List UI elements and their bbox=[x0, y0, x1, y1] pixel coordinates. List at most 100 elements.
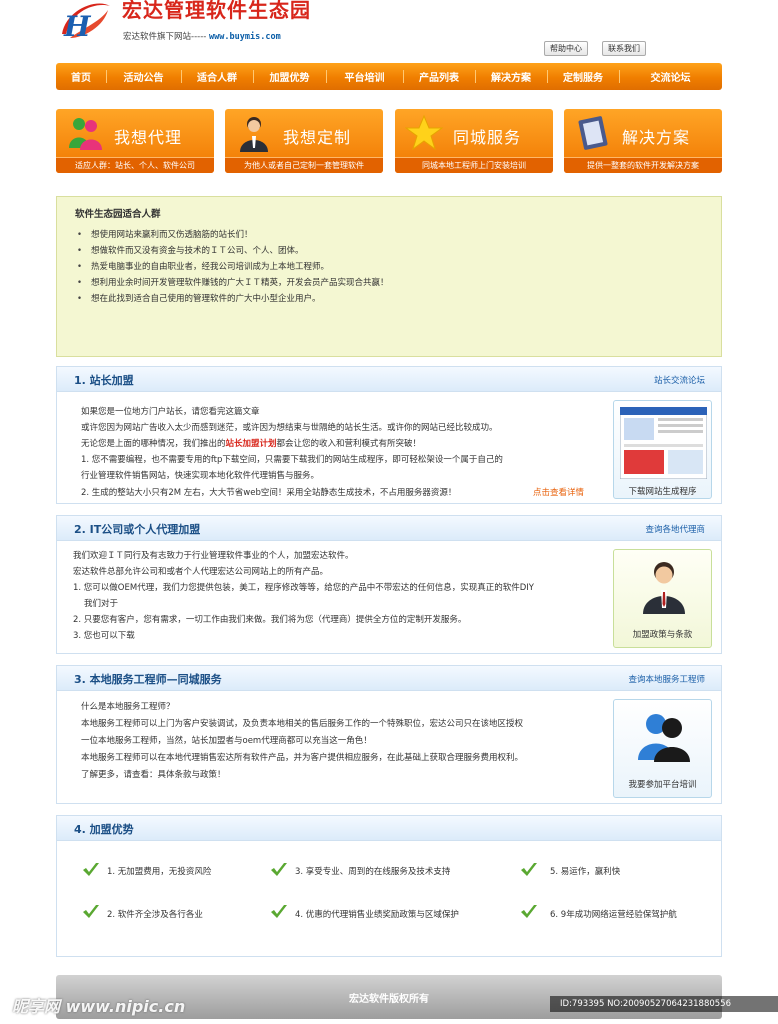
svg-text:H: H bbox=[63, 10, 92, 42]
site-url[interactable]: www.buymis.com bbox=[209, 32, 281, 42]
advantage-item: 1. 无加盟费用，无投资风险 bbox=[107, 867, 212, 877]
section-local-engineer: 3. 本地服务工程师—同城服务 查询本地服务工程师 什么是本地服务工程师？ 本地… bbox=[56, 665, 722, 804]
webmaster-forum-link[interactable]: 站长交流论坛 bbox=[654, 374, 705, 386]
body-text: 我们欢迎ＩＴ同行及有志致力于行业管理软件事业的个人，加盟宏达软件。 bbox=[73, 551, 354, 561]
nav-item-advantages[interactable]: 加盟优势 bbox=[253, 63, 326, 90]
body-text: 我们对于 bbox=[84, 599, 119, 609]
feature-title: 我想代理 bbox=[114, 128, 183, 147]
nav-item-home[interactable]: 首页 bbox=[56, 63, 106, 90]
people-icon bbox=[69, 118, 102, 150]
section-title: 3. 本地服务工程师—同城服务 bbox=[74, 673, 222, 686]
checkmark-icon bbox=[271, 905, 287, 918]
feature-agent-button[interactable]: 我想代理 适应人群：站长、个人、软件公司 bbox=[56, 109, 214, 173]
subtitle-prefix: 宏达软件旗下网站----- bbox=[123, 32, 207, 42]
notebook-icon bbox=[578, 116, 608, 150]
audience-panel: 软件生态园适合人群 想使用网站来赢利而又伤透脑筋的站长们！ 想做软件而又没有资金… bbox=[56, 196, 722, 357]
checkmark-icon bbox=[271, 863, 287, 876]
header: H 宏达管理软件生态园 宏达软件旗下网站----- www.buymis.com… bbox=[0, 0, 778, 60]
feature-custom-button[interactable]: 我想定制 为他人或者自己定制一套管理软件 bbox=[225, 109, 383, 173]
feature-subtitle: 适应人群：站长、个人、软件公司 bbox=[56, 157, 214, 173]
checkmark-icon bbox=[521, 863, 537, 876]
feature-subtitle: 为他人或者自己定制一套管理软件 bbox=[225, 157, 383, 173]
users-group-icon bbox=[638, 714, 690, 762]
feature-solutions-button[interactable]: 解决方案 提供一整套的软件开发解决方案 bbox=[564, 109, 722, 173]
nav-item-audience[interactable]: 适合人群 bbox=[181, 63, 253, 90]
body-text: 无论您是上面的哪种情况，我们推出的站长加盟计划都会让您的收入和营利模式有所突破！ bbox=[81, 437, 421, 449]
section-title: 1. 站长加盟 bbox=[74, 374, 134, 387]
body-text: 2. 生成的整站大小只有2M 左右，大大节省web空间！采用全站静态生成技术，不… bbox=[81, 488, 457, 498]
checkmark-icon bbox=[83, 905, 99, 918]
advantage-item: 6. 9年成功网络运营经验保驾护航 bbox=[550, 910, 677, 920]
list-item: 想使用网站来赢利而又伤透脑筋的站长们！ bbox=[77, 227, 389, 243]
body-text: 本地服务工程师可以在本地代理销售宏达所有软件产品，并为客户提供相应服务，在此基础… bbox=[81, 753, 524, 763]
view-details-link[interactable]: 点击查看详情 bbox=[533, 486, 584, 498]
list-item: 想在此找到适合自己使用的管理软件的广大中小型企业用户。 bbox=[77, 291, 389, 307]
platform-training-card[interactable]: 我要参加平台培训 bbox=[613, 699, 712, 798]
main-nav: 首页 活动公告 适合人群 加盟优势 平台培训 产品列表 解决方案 定制服务 交流… bbox=[56, 63, 722, 90]
section-title: 4. 加盟优势 bbox=[74, 823, 134, 836]
list-item: 热爱电脑事业的自由职业者，经我公司培训成为上本地工程师。 bbox=[77, 259, 389, 275]
section-header: 1. 站长加盟 站长交流论坛 bbox=[57, 367, 721, 392]
site-subtitle: 宏达软件旗下网站----- www.buymis.com bbox=[123, 30, 281, 42]
body-text: 宏达软件总部允许公司和或者个人代理宏达公司网站上的所有产品。 bbox=[73, 567, 329, 577]
feature-subtitle: 同城本地工程师上门安装培训 bbox=[395, 157, 553, 173]
audience-list: 想使用网站来赢利而又伤透脑筋的站长们！ 想做软件而又没有资金与技术的ＩＴ公司、个… bbox=[77, 227, 389, 307]
webmaster-plan-link[interactable]: 站长加盟计划 bbox=[226, 439, 277, 449]
section-header: 2. IT公司或个人代理加盟 查询各地代理商 bbox=[57, 516, 721, 541]
advantage-item: 2. 软件齐全涉及各行各业 bbox=[107, 910, 203, 920]
text-suffix: 都会让您的收入和营利模式有所突破！ bbox=[276, 439, 422, 449]
feature-local-service-button[interactable]: 同城服务 同城本地工程师上门安装培训 bbox=[395, 109, 553, 173]
body-text: 行业管理软件销售网站，快速实现本地化软件代理销售与服务。 bbox=[81, 471, 320, 481]
checkmark-icon bbox=[521, 905, 537, 918]
card-caption: 下载网站生成程序 bbox=[628, 487, 697, 497]
body-text: 了解更多，请查看：具体条款与政策！ bbox=[81, 770, 226, 780]
body-text: 如果您是一位地方门户站长，请您看完这篇文章 bbox=[81, 407, 260, 417]
nav-item-announcements[interactable]: 活动公告 bbox=[106, 63, 181, 90]
contact-us-button[interactable]: 联系我们 bbox=[602, 41, 646, 56]
body-text: 或许您因为网站广告收入太少而感到迷茫，或许因为想结束与世隔绝的站长生活。或许你的… bbox=[81, 423, 498, 433]
card-caption: 加盟政策与条款 bbox=[632, 630, 693, 640]
logo-icon: H bbox=[62, 3, 110, 42]
body-text: 一位本地服务工程师，当然，站长加盟者与oem代理商都可以充当这一角色！ bbox=[81, 736, 372, 746]
card-caption: 我要参加平台培训 bbox=[628, 780, 697, 790]
advantage-item: 4. 优惠的代理销售业绩奖励政策与区域保护 bbox=[295, 910, 459, 920]
audience-title: 软件生态园适合人群 bbox=[75, 209, 161, 220]
nav-item-training[interactable]: 平台培训 bbox=[326, 63, 403, 90]
nav-item-solutions[interactable]: 解决方案 bbox=[475, 63, 547, 90]
body-text: 1. 您不需要编程，也不需要专用的ftp下载空间，只需要下载我们的网站生成程序，… bbox=[81, 455, 503, 465]
section-title: 2. IT公司或个人代理加盟 bbox=[74, 523, 201, 536]
watermark-right: ID:793395 NO:20090527064231880556 bbox=[550, 996, 778, 1012]
feature-subtitle: 提供一整套的软件开发解决方案 bbox=[564, 157, 722, 173]
businessman-icon bbox=[240, 117, 268, 152]
query-engineers-link[interactable]: 查询本地服务工程师 bbox=[628, 673, 705, 685]
website-screenshot-thumbnail bbox=[620, 407, 707, 479]
body-text: 2. 只要您有客户，您有需求，一切工作由我们来做。我们将为您（代理商）提供全方位… bbox=[73, 615, 467, 625]
section-header: 4. 加盟优势 bbox=[57, 816, 721, 841]
feature-title: 解决方案 bbox=[622, 128, 691, 147]
query-agents-link[interactable]: 查询各地代理商 bbox=[645, 523, 705, 535]
section-agent: 2. IT公司或个人代理加盟 查询各地代理商 我们欢迎ＩＴ同行及有志致力于行业管… bbox=[56, 515, 722, 654]
body-text: 什么是本地服务工程师？ bbox=[81, 702, 175, 712]
list-item: 想利用业余时间开发管理软件赚钱的广大ＩＴ精英，开发会员产品实现合共赢！ bbox=[77, 275, 389, 291]
text-prefix: 无论您是上面的哪种情况，我们推出的 bbox=[81, 439, 226, 449]
section-webmaster: 1. 站长加盟 站长交流论坛 如果您是一位地方门户站长，请您看完这篇文章 或许您… bbox=[56, 366, 722, 504]
download-generator-card[interactable]: 下载网站生成程序 bbox=[613, 400, 712, 499]
agent-policy-card[interactable]: 加盟政策与条款 bbox=[613, 549, 712, 648]
help-center-button[interactable]: 帮助中心 bbox=[544, 41, 588, 56]
site-title: 宏达管理软件生态园 bbox=[122, 0, 311, 22]
nav-item-products[interactable]: 产品列表 bbox=[403, 63, 475, 90]
nav-item-custom[interactable]: 定制服务 bbox=[547, 63, 619, 90]
section-header: 3. 本地服务工程师—同城服务 查询本地服务工程师 bbox=[57, 666, 721, 691]
star-icon bbox=[405, 114, 443, 151]
list-item: 想做软件而又没有资金与技术的ＩＴ公司、个人、团体。 bbox=[77, 243, 389, 259]
watermark-left: 昵享网 www.nipic.cn bbox=[12, 997, 186, 1016]
nav-item-forum[interactable]: 交流论坛 bbox=[619, 63, 722, 90]
advantage-item: 3. 享受专业、周到的在线服务及技术支持 bbox=[295, 867, 451, 877]
body-text: 3. 您也可以下载 bbox=[73, 631, 135, 641]
feature-title: 我想定制 bbox=[283, 128, 352, 147]
advantage-item: 5. 易运作，赢利快 bbox=[550, 867, 621, 877]
businessman-icon bbox=[643, 562, 685, 614]
body-text: 1. 您可以做OEM代理，我们力您提供包装，美工，程序修改等等，给您的产品中不带… bbox=[73, 583, 534, 593]
checkmark-icon bbox=[83, 863, 99, 876]
section-advantages: 4. 加盟优势 1. 无加盟费用，无投资风险 3. 享受专业、周到的在线服务及技… bbox=[56, 815, 722, 957]
